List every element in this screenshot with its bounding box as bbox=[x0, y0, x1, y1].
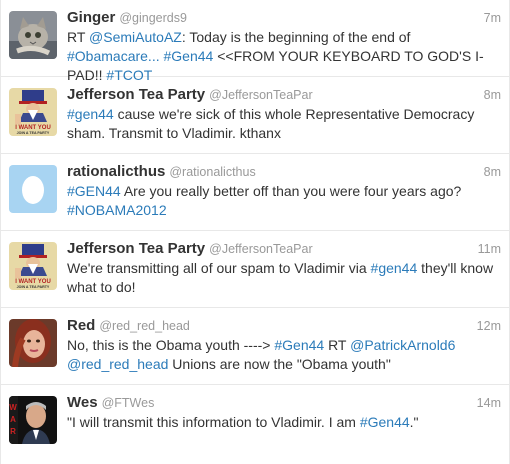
tweet-2[interactable]: I WANT YOU JOIN A TEA PARTY Jefferson Tea… bbox=[1, 77, 509, 154]
text-segment: RT bbox=[324, 337, 351, 353]
text-segment: RT bbox=[67, 29, 90, 45]
tweet-1[interactable]: Ginger @gingerds9 7m RT @SemiAutoAZ: Toda… bbox=[1, 0, 509, 83]
mention-link[interactable]: @PatrickArnold6 bbox=[350, 337, 455, 353]
tweet-text: "I will transmit this information to Vla… bbox=[67, 413, 495, 432]
timestamp[interactable]: 14m bbox=[477, 396, 501, 410]
tweet-header: Ginger @gingerds9 7m bbox=[67, 9, 501, 29]
text-segment: ." bbox=[409, 414, 419, 430]
man-photo-avatar[interactable]: WAR bbox=[9, 396, 57, 444]
text-segment: We're transmitting all of our spam to Vl… bbox=[67, 260, 371, 276]
tweet-text-line: "I will transmit this information to Vla… bbox=[67, 413, 495, 432]
tweet-text-line: what to do! bbox=[67, 278, 495, 297]
tweet-3[interactable]: rationalicthus @rationalicthus 8m #GEN44 … bbox=[1, 154, 509, 231]
cat-photo-avatar[interactable] bbox=[9, 11, 57, 59]
tweet-header: Jefferson Tea Party @JeffersonTeaPar 11m bbox=[67, 240, 501, 260]
tweet-6[interactable]: WAR Wes @FTWes 14m "I will transmit this … bbox=[1, 385, 509, 463]
tweet-text-line: No, this is the Obama youth ----> #Gen44… bbox=[67, 336, 495, 355]
uncle-sam-poster-avatar[interactable]: I WANT YOU JOIN A TEA PARTY bbox=[9, 88, 57, 136]
tweet-header: Wes @FTWes 14m bbox=[67, 394, 501, 414]
mention-link[interactable]: @red_red_head bbox=[67, 356, 168, 372]
tweet-header: rationalicthus @rationalicthus 8m bbox=[67, 163, 501, 183]
default-egg-avatar[interactable] bbox=[9, 165, 57, 213]
tweet-text-line: @red_red_head Unions are now the "Obama … bbox=[67, 355, 495, 374]
svg-text:A: A bbox=[10, 415, 16, 424]
user-name[interactable]: Jefferson Tea Party bbox=[67, 240, 205, 257]
user-handle[interactable]: @FTWes bbox=[102, 396, 155, 410]
text-segment: sham. Transmit to Vladimir. kthanx bbox=[67, 125, 281, 141]
timestamp[interactable]: 8m bbox=[484, 165, 501, 179]
svg-text:W: W bbox=[9, 403, 17, 412]
hashtag-link[interactable]: #gen44 bbox=[67, 106, 114, 122]
tweet-text-line: #gen44 cause we're sick of this whole Re… bbox=[67, 105, 495, 124]
hashtag-link[interactable]: #Gen44 bbox=[274, 337, 324, 353]
text-segment: Are you really better off than you were … bbox=[120, 183, 462, 199]
text-segment: cause we're sick of this whole Represent… bbox=[113, 106, 475, 122]
user-name[interactable]: Red bbox=[67, 317, 95, 334]
tweet-5[interactable]: Red @red_red_head 12m No, this is the Oba… bbox=[1, 308, 509, 385]
uncle-sam-poster-avatar[interactable]: I WANT YOU JOIN A TEA PARTY bbox=[9, 242, 57, 290]
hashtag-link[interactable]: #Gen44 bbox=[360, 414, 410, 430]
tweet-text: We're transmitting all of our spam to Vl… bbox=[67, 259, 495, 297]
user-name[interactable]: rationalicthus bbox=[67, 163, 165, 180]
tweet-text-line: RT @SemiAutoAZ: Today is the beginning o… bbox=[67, 28, 495, 47]
text-segment: No, this is the Obama youth ----> bbox=[67, 337, 275, 353]
tweet-text: No, this is the Obama youth ----> #Gen44… bbox=[67, 336, 495, 374]
tweet-text-line: #NOBAMA2012 bbox=[67, 201, 495, 220]
text-segment: Unions are now the "Obama youth" bbox=[168, 356, 391, 372]
timestamp[interactable]: 12m bbox=[477, 319, 501, 333]
tweet-header: Red @red_red_head 12m bbox=[67, 317, 501, 337]
text-segment: they'll know bbox=[417, 260, 494, 276]
user-handle[interactable]: @JeffersonTeaPar bbox=[209, 242, 313, 256]
tweet-text-line: #Obamacare... #Gen44 <<FROM YOUR KEYBOAR… bbox=[67, 47, 495, 66]
hashtag-link[interactable]: #Gen44 bbox=[164, 48, 214, 64]
text-segment: : Today is the beginning of the end of bbox=[181, 29, 411, 45]
tweet-header: Jefferson Tea Party @JeffersonTeaPar 8m bbox=[67, 86, 501, 106]
user-handle[interactable]: @rationalicthus bbox=[169, 165, 255, 179]
text-segment: "I will transmit this information to Vla… bbox=[67, 414, 360, 430]
user-name[interactable]: Ginger bbox=[67, 9, 115, 26]
hashtag-link[interactable]: #NOBAMA2012 bbox=[67, 202, 167, 218]
user-name[interactable]: Wes bbox=[67, 394, 98, 411]
avatar-caption: JOIN A TEA PARTY bbox=[17, 285, 50, 289]
hashtag-link[interactable]: #Obamacare... bbox=[67, 48, 160, 64]
timestamp[interactable]: 7m bbox=[484, 11, 501, 25]
tweet-text-line: We're transmitting all of our spam to Vl… bbox=[67, 259, 495, 278]
hashtag-link[interactable]: #GEN44 bbox=[67, 183, 121, 199]
tweet-text: #GEN44 Are you really better off than yo… bbox=[67, 182, 495, 220]
timestamp[interactable]: 11m bbox=[478, 242, 501, 256]
tweet-4[interactable]: I WANT YOU JOIN A TEA PARTY Jefferson Tea… bbox=[1, 231, 509, 308]
avatar-caption: JOIN A TEA PARTY bbox=[17, 131, 50, 135]
text-segment: <<FROM YOUR KEYBOARD TO GOD'S I- bbox=[213, 48, 484, 64]
user-name[interactable]: Jefferson Tea Party bbox=[67, 86, 205, 103]
mention-link[interactable]: @SemiAutoAZ bbox=[89, 29, 182, 45]
timestamp[interactable]: 8m bbox=[484, 88, 501, 102]
tweet-feed: Ginger @gingerds9 7m RT @SemiAutoAZ: Toda… bbox=[0, 0, 510, 464]
text-segment: what to do! bbox=[67, 279, 136, 295]
svg-text:R: R bbox=[10, 427, 16, 436]
user-handle[interactable]: @gingerds9 bbox=[119, 11, 187, 25]
tweet-text-line: sham. Transmit to Vladimir. kthanx bbox=[67, 124, 495, 143]
user-handle[interactable]: @red_red_head bbox=[99, 319, 190, 333]
user-handle[interactable]: @JeffersonTeaPar bbox=[209, 88, 313, 102]
hashtag-link[interactable]: #gen44 bbox=[371, 260, 418, 276]
redhead-photo-avatar[interactable] bbox=[9, 319, 57, 367]
tweet-text: #gen44 cause we're sick of this whole Re… bbox=[67, 105, 495, 143]
tweet-text-line: #GEN44 Are you really better off than yo… bbox=[67, 182, 495, 201]
